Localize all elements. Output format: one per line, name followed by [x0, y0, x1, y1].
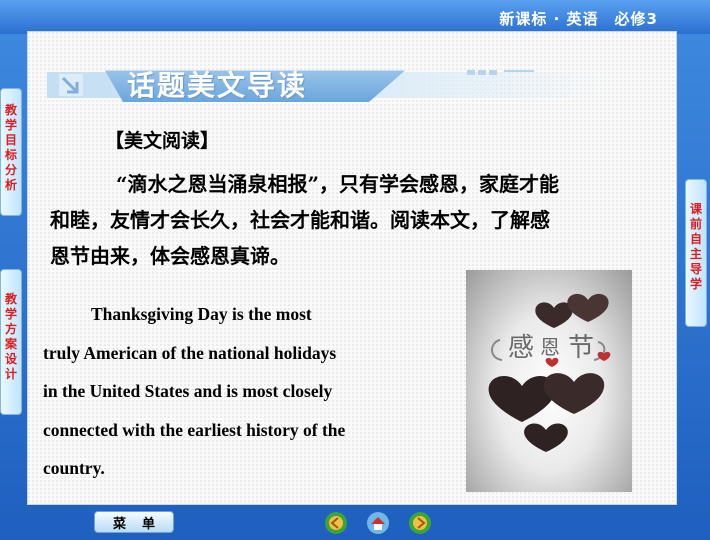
home-icon[interactable] [366, 511, 390, 535]
svg-text:节: 节 [568, 333, 594, 363]
sidebar-tab-teaching-goals[interactable]: 教学目标分析 [0, 88, 22, 216]
banner-title: 话题美文导读 [127, 69, 308, 102]
banner-dots [467, 60, 534, 79]
passage-text: Thanksgiving Day is the most truly Ameri… [43, 295, 453, 488]
sidebar-tab-label: 教学目标分析 [4, 103, 17, 192]
section-banner: 话题美文导读 [47, 60, 607, 102]
intro-line: “滴水之恩当涌泉相报”，只有学会感恩，家庭才能 [116, 172, 560, 196]
passage-line: connected with the earliest history of t… [43, 419, 346, 440]
next-icon[interactable] [408, 511, 432, 535]
course-title: 新课标 · 英语 必修3 [499, 10, 658, 28]
prev-icon[interactable] [324, 511, 348, 535]
menu-button-label: 单 [141, 516, 155, 532]
sidebar-tab-label: 教学方案设计 [4, 292, 17, 381]
intro-line: 和睦，友情才会长久，社会才能和谐。阅读本文，了解感 [50, 208, 550, 232]
menu-button[interactable]: 菜 单 [94, 511, 174, 533]
sidebar-tab-label: 课前自主导学 [689, 202, 702, 291]
passage-line: truly American of the national holidays [43, 342, 337, 363]
sidebar-tab-preview-study[interactable]: 课前自主导学 [685, 179, 707, 327]
passage-line: in the United States and is most closely [43, 381, 333, 401]
sidebar-tab-teaching-plan[interactable]: 教学方案设计 [0, 269, 22, 415]
arrow-icon [59, 74, 83, 96]
passage-line: country. [43, 458, 105, 478]
intro-line: 恩节由来，体会感恩真谛。 [50, 244, 290, 268]
top-bar: 新课标 · 英语 必修3 [0, 0, 710, 34]
thanksgiving-image: 感 恩 节 [466, 270, 632, 492]
intro-text: “滴水之恩当涌泉相报”，只有学会感恩，家庭才能 和睦，友情才会长久，社会才能和谐… [50, 166, 658, 274]
passage-line: Thanksgiving Day is the most [91, 304, 312, 324]
section-heading: 【美文阅读】 [105, 130, 220, 152]
hearts-illustration: 感 恩 节 [488, 293, 611, 452]
menu-button-label: 菜 [112, 516, 126, 532]
svg-text:恩: 恩 [540, 335, 560, 359]
image-caption: 感 [508, 333, 534, 363]
